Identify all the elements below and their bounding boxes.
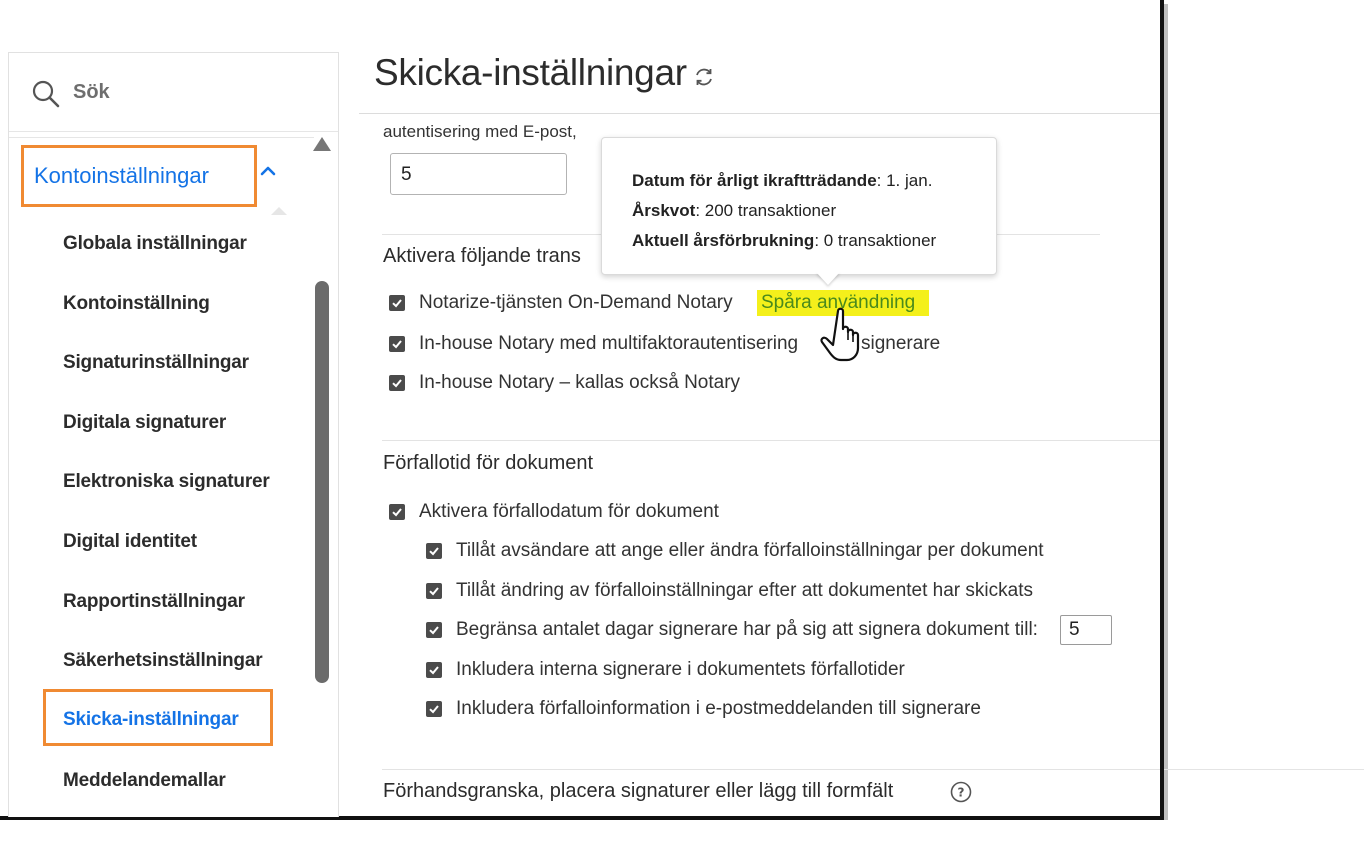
auth-label: autentisering med E-post, bbox=[383, 122, 577, 141]
checkbox-checked-icon[interactable] bbox=[389, 375, 405, 391]
sidebar-item-message-templates[interactable]: Meddelandemallar bbox=[63, 770, 226, 792]
expiry-heading: Förfallotid för dokument bbox=[383, 452, 594, 474]
search-box[interactable]: Sök bbox=[9, 53, 338, 132]
divider bbox=[9, 137, 314, 138]
checkbox-checked-icon[interactable] bbox=[426, 543, 442, 559]
sidebar-item-send-settings[interactable]: Skicka-inställningar bbox=[63, 709, 239, 731]
tooltip-line: Aktuell årsförbrukning: 0 transaktioner bbox=[632, 231, 936, 251]
sidebar: Sök Kontoinställningar Globala inställni… bbox=[8, 52, 339, 817]
preview-heading: Förhandsgranska, placera signaturer elle… bbox=[383, 780, 894, 802]
tooltip-value: : 200 transaktioner bbox=[695, 201, 837, 220]
checkbox-checked-icon[interactable] bbox=[426, 622, 442, 638]
checkbox-checked-icon[interactable] bbox=[426, 583, 442, 599]
sidebar-item-electronic-signatures[interactable]: Elektroniska signaturer bbox=[63, 471, 270, 493]
expiry-option-label: Tillåt avsändare att ange eller ändra fö… bbox=[456, 540, 1044, 561]
hand-cursor-icon bbox=[820, 307, 860, 362]
sidebar-item-report-settings[interactable]: Rapportinställningar bbox=[63, 591, 245, 613]
expiry-option-label: Inkludera interna signerare i dokumentet… bbox=[456, 659, 905, 680]
svg-text:?: ? bbox=[958, 786, 965, 800]
expiry-enable-label: Aktivera förfallodatum för dokument bbox=[419, 501, 719, 522]
help-icon[interactable]: ? bbox=[950, 781, 972, 803]
divider bbox=[382, 769, 1160, 770]
tooltip-label: Årskvot bbox=[632, 201, 696, 220]
refresh-icon[interactable] bbox=[693, 66, 715, 88]
transaction-inhouse-mfa-label: In-house Notary med multifaktorautentise… bbox=[419, 333, 799, 354]
checkbox-checked-icon[interactable] bbox=[389, 295, 405, 311]
transaction-inhouse-mfa-suffix: signerare bbox=[861, 333, 941, 354]
chevron-up-icon[interactable] bbox=[255, 159, 281, 183]
page-title: Skicka-inställningar bbox=[374, 52, 687, 93]
transactions-heading: Aktivera följande trans bbox=[383, 245, 581, 267]
title-divider bbox=[359, 113, 1160, 114]
tooltip-arrow bbox=[816, 272, 840, 285]
sidebar-scrollbar[interactable] bbox=[315, 281, 329, 683]
expiry-option-label: Tillåt ändring av förfalloinställningar … bbox=[456, 580, 1033, 601]
tooltip-value: : 0 transaktioner bbox=[814, 231, 937, 250]
sidebar-item-digital-signatures[interactable]: Digitala signaturer bbox=[63, 412, 226, 434]
search-placeholder: Sök bbox=[73, 81, 110, 103]
tooltip-line: Årskvot: 200 transaktioner bbox=[632, 201, 836, 221]
background-line bbox=[1164, 769, 1364, 770]
tooltip-label: Datum för årligt ikraftträdande bbox=[632, 171, 877, 190]
sidebar-item-account-setting[interactable]: Kontoinställning bbox=[63, 293, 210, 315]
tooltip-line: Datum för årligt ikraftträdande: 1. jan. bbox=[632, 171, 932, 191]
app-window: Sök Kontoinställningar Globala inställni… bbox=[0, 0, 1168, 820]
transaction-notarize-label: Notarize-tjänsten On-Demand Notary bbox=[419, 292, 733, 313]
checkbox-checked-icon[interactable] bbox=[426, 701, 442, 717]
checkbox-checked-icon[interactable] bbox=[389, 336, 405, 352]
sidebar-item-security-settings[interactable]: Säkerhetsinställningar bbox=[63, 650, 263, 672]
expiry-option-label: Inkludera förfalloinformation i e-postme… bbox=[456, 698, 981, 719]
tooltip-label: Aktuell årsförbrukning bbox=[632, 231, 815, 250]
section-notch bbox=[271, 207, 287, 215]
checkbox-checked-icon[interactable] bbox=[389, 504, 405, 520]
sidebar-item-global-settings[interactable]: Globala inställningar bbox=[63, 233, 247, 255]
scroll-up-arrow-icon[interactable] bbox=[313, 137, 331, 151]
account-settings-label: Kontoinställningar bbox=[34, 163, 209, 188]
days-limit-input[interactable]: 5 bbox=[1060, 615, 1112, 645]
search-icon bbox=[32, 80, 60, 108]
checkbox-checked-icon[interactable] bbox=[426, 662, 442, 678]
transaction-inhouse-label: In-house Notary – kallas också Notary bbox=[419, 372, 741, 393]
expiry-option-label: Begränsa antalet dagar signerare har på … bbox=[456, 619, 1038, 640]
sidebar-item-digital-identity[interactable]: Digital identitet bbox=[63, 531, 197, 553]
account-settings-section[interactable]: Kontoinställningar bbox=[21, 145, 257, 207]
divider bbox=[382, 440, 1160, 441]
auth-count-input[interactable]: 5 bbox=[390, 153, 567, 195]
usage-tooltip: Datum för årligt ikraftträdande: 1. jan.… bbox=[601, 137, 997, 275]
sidebar-item-signature-settings[interactable]: Signaturinställningar bbox=[63, 352, 249, 374]
tooltip-value: : 1. jan. bbox=[876, 171, 933, 190]
